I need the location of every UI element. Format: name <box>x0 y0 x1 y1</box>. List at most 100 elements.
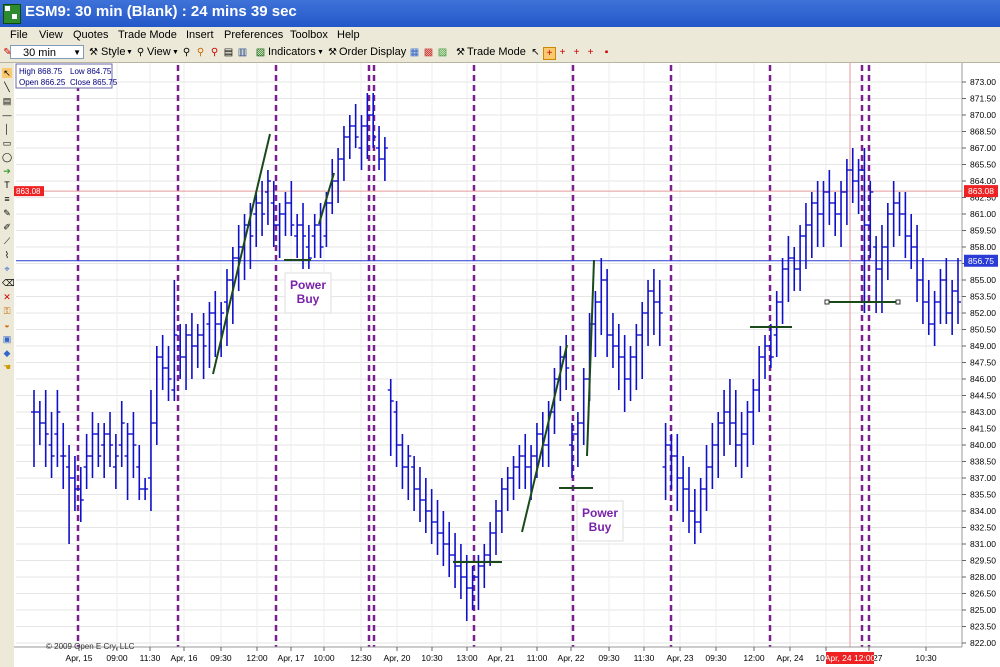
menu-bar: File View Quotes Trade Mode Insert Prefe… <box>0 27 1000 44</box>
magnet-tool-icon[interactable]: ◒ <box>2 320 12 330</box>
crosshair-icon[interactable]: + <box>543 47 556 60</box>
hand-tool-icon[interactable]: ☚ <box>2 362 12 372</box>
cursor-tool-icon[interactable]: ⌖ <box>2 264 12 274</box>
menu-toolbox[interactable]: Toolbox <box>290 29 328 41</box>
brush-tool-icon[interactable]: ✐ <box>2 222 12 232</box>
menu-preferences[interactable]: Preferences <box>224 29 283 41</box>
order-display-icon[interactable]: ⚒ <box>327 47 338 58</box>
palette-icon[interactable]: ▨ <box>437 47 448 58</box>
time-tick-label: 09:30 <box>210 653 232 663</box>
ohlc-open: Open 866.25 <box>19 78 66 87</box>
price-tick-label: 861.00 <box>970 209 996 219</box>
menu-insert[interactable]: Insert <box>186 29 214 41</box>
trade-mode-button[interactable]: Trade Mode <box>467 46 526 58</box>
shape-tool-icon[interactable]: ▣ <box>2 334 12 344</box>
title-bar: ESM9: 30 min (Blank) : 24 mins 39 sec <box>0 0 1000 27</box>
time-tick-label: Apr, 17 <box>278 653 305 663</box>
eraser-tool-icon[interactable]: ⌫ <box>2 278 15 288</box>
time-tick-label: 12:00 <box>743 653 765 663</box>
indicators-menu[interactable]: Indicators <box>268 46 316 58</box>
chart-toolbar: 30 min ▼ ✎ ⚒ Style ▼ ⚲ View ▼ ⚲ ⚲ ⚲ ▤ ▥ … <box>0 44 1000 63</box>
zoom-in-icon[interactable]: ⚲ <box>195 47 206 58</box>
menu-file[interactable]: File <box>10 29 28 41</box>
price-tick-label: 849.00 <box>970 341 996 351</box>
annotation-text: Buy <box>589 520 612 534</box>
time-tick-label: 09:00 <box>106 653 128 663</box>
gann-tool-icon[interactable]: ⟋ <box>2 236 12 246</box>
style-icon[interactable]: ⚒ <box>88 47 99 58</box>
object-tool-icon[interactable]: ◆ <box>2 348 12 358</box>
rect-tool-icon[interactable]: ▭ <box>2 138 12 148</box>
menu-trade-mode[interactable]: Trade Mode <box>118 29 177 41</box>
style-menu[interactable]: Style <box>101 46 125 58</box>
time-tick-label: Apr, 21 <box>488 653 515 663</box>
line-handle <box>895 299 901 305</box>
price-tick-label: 868.50 <box>970 127 996 137</box>
cycle-tool-icon[interactable]: ⌇ <box>2 250 12 260</box>
fib-tool-icon[interactable]: ▤ <box>2 96 12 106</box>
color-icon[interactable]: ▩ <box>423 47 434 58</box>
delete-tool-icon[interactable]: ✕ <box>2 292 12 302</box>
order-display-button[interactable]: Order Display <box>339 46 406 58</box>
text-tool-icon[interactable]: T <box>2 180 12 190</box>
magnifier-icon[interactable]: ⚲ <box>135 47 146 58</box>
line-tool-icon[interactable]: ╲ <box>2 82 12 92</box>
grid-icon[interactable]: ▦ <box>409 47 420 58</box>
reference-price-label: 856.75 <box>968 256 994 266</box>
crosshair-icon[interactable]: + <box>557 47 568 58</box>
price-tick-label: 852.00 <box>970 308 996 318</box>
price-tick-label: 843.00 <box>970 407 996 417</box>
menu-view[interactable]: View <box>39 29 63 41</box>
crosshair-icon[interactable]: + <box>571 47 582 58</box>
lock-tool-icon[interactable]: ⚿ <box>2 306 12 316</box>
price-tick-label: 828.00 <box>970 572 996 582</box>
price-tick-label: 831.00 <box>970 539 996 549</box>
price-tick-label: 840.00 <box>970 440 996 450</box>
ellipse-tool-icon[interactable]: ◯ <box>2 152 12 162</box>
last-price-label: 863.08 <box>968 186 994 196</box>
time-tick-label: Apr, 23 <box>667 653 694 663</box>
time-tick-label: 11:30 <box>634 653 655 663</box>
trade-mode-icon[interactable]: ⚒ <box>455 47 466 58</box>
channel-tool-icon[interactable]: ≡ <box>2 194 12 204</box>
price-tick-label: 844.50 <box>970 391 996 401</box>
cursor-icon[interactable]: ↖ <box>530 47 541 58</box>
page-icon[interactable]: ▤ <box>223 47 234 58</box>
red-square-icon[interactable]: ▪ <box>601 47 612 58</box>
vline-tool-icon[interactable]: │ <box>2 124 12 134</box>
time-tick-label: 09:30 <box>705 653 727 663</box>
price-tick-label: 829.50 <box>970 556 996 566</box>
price-tick-label: 837.00 <box>970 473 996 483</box>
pin-icon[interactable]: ✎ <box>2 47 13 58</box>
bar-chart-icon[interactable]: ▥ <box>237 47 248 58</box>
price-tick-label: 825.00 <box>970 605 996 615</box>
crosshair-icon[interactable]: + <box>585 47 596 58</box>
indicators-icon[interactable]: ▧ <box>255 47 266 58</box>
arrow-tool-icon[interactable]: ➔ <box>2 166 12 176</box>
zoom-out-icon[interactable]: ⚲ <box>209 47 220 58</box>
chevron-down-icon: ▼ <box>126 49 133 56</box>
price-axis: 873.00 871.50 870.00 868.50 867.00 865.50 864.… <box>961 63 1000 667</box>
price-tick-label: 870.00 <box>970 110 996 120</box>
time-tick-label: 10:00 <box>313 653 335 663</box>
price-tick-label: 846.00 <box>970 374 996 384</box>
time-tick-label: 10:30 <box>421 653 443 663</box>
time-tick-label: 09:30 <box>598 653 620 663</box>
hline-tool-icon[interactable]: — <box>2 110 12 120</box>
chevron-down-icon: ▼ <box>317 49 324 56</box>
menu-help[interactable]: Help <box>337 29 360 41</box>
price-chart[interactable]: 863.08 873.00 871.50 870.00 868.50 867.00 865… <box>14 63 1000 667</box>
interval-select[interactable]: 30 min ▼ <box>10 45 84 59</box>
zoom-icon[interactable]: ⚲ <box>181 47 192 58</box>
price-tick-label: 826.50 <box>970 589 996 599</box>
price-tick-label: 850.50 <box>970 325 996 335</box>
price-tick-label: 867.00 <box>970 143 996 153</box>
price-tick-label: 823.50 <box>970 622 996 632</box>
view-menu[interactable]: View <box>147 46 171 58</box>
pointer-tool-icon[interactable]: ↖ <box>2 68 12 78</box>
price-tick-label: 832.50 <box>970 523 996 533</box>
menu-quotes[interactable]: Quotes <box>73 29 108 41</box>
pencil-tool-icon[interactable]: ✎ <box>2 208 12 218</box>
price-tick-label: 834.00 <box>970 506 996 516</box>
time-tick-label: 12:30 <box>350 653 372 663</box>
